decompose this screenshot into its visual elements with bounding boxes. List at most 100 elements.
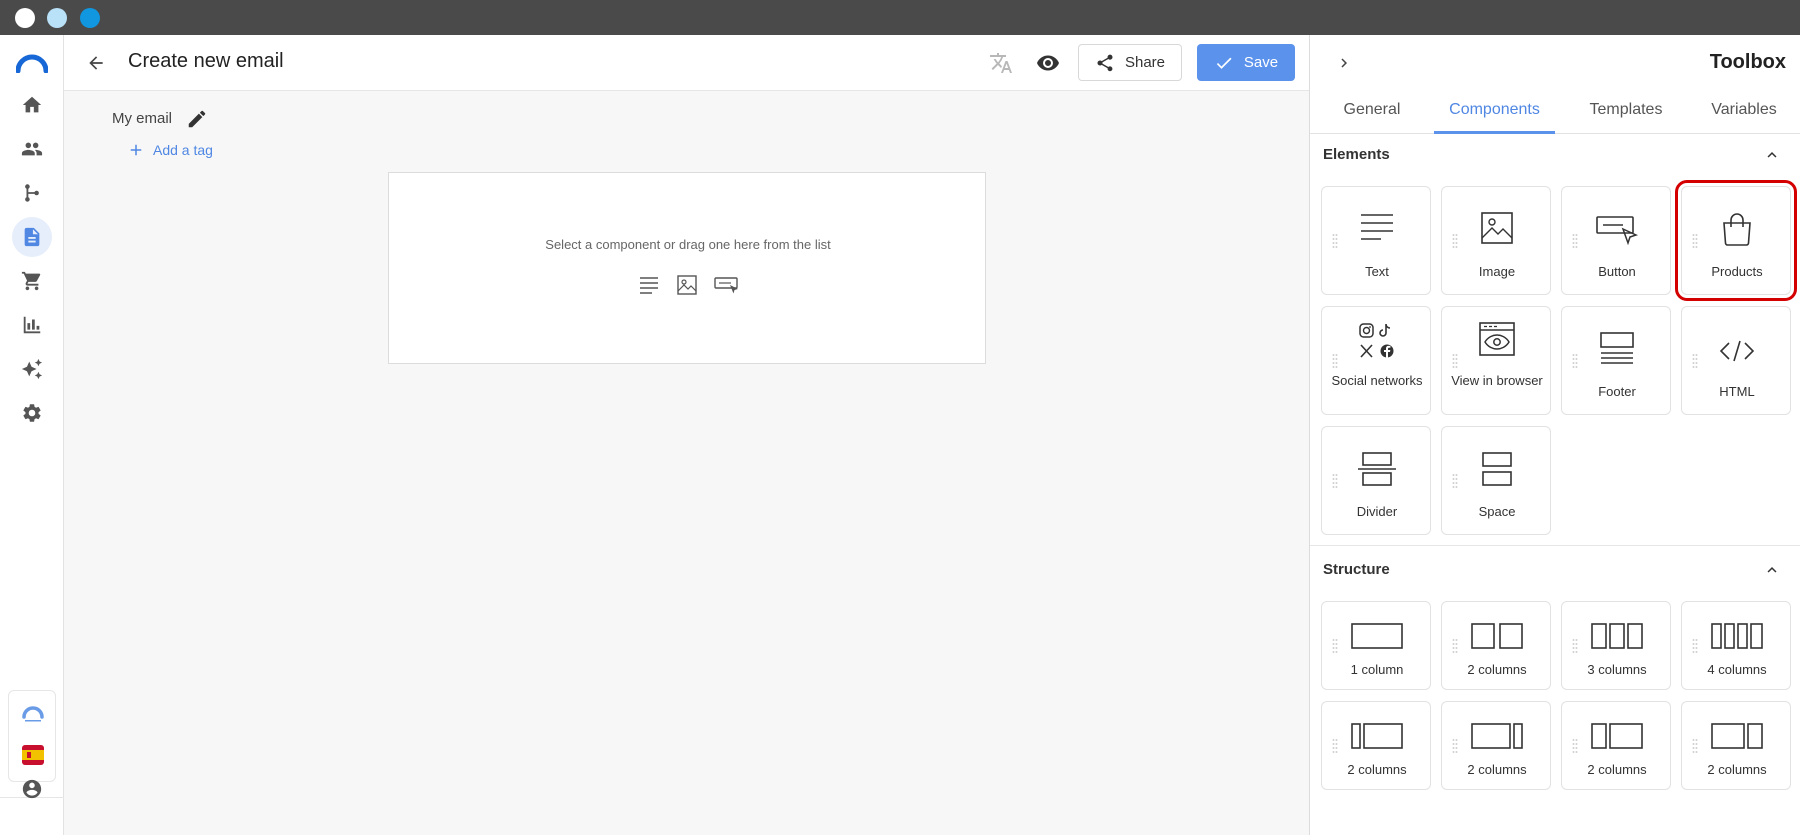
layout-card-3-columns[interactable]: 3 columns [1561, 601, 1671, 690]
component-card-space[interactable]: Space [1441, 426, 1551, 535]
layout-card-2-columns-third-twothirds[interactable]: 2 columns [1561, 701, 1671, 790]
layout-wide-narrow-icon [1471, 723, 1523, 749]
chevron-up-icon [1767, 567, 1777, 573]
layout-card-2-columns[interactable]: 2 columns [1441, 601, 1551, 690]
sidebar-item-home[interactable] [12, 85, 52, 125]
window-minimize-button[interactable] [47, 8, 67, 28]
text-lines-icon [1361, 214, 1393, 240]
share-label: Share [1124, 54, 1166, 71]
component-label: Divider [1356, 504, 1398, 519]
active-tab-indicator [1434, 131, 1555, 134]
tab-general[interactable]: General [1326, 101, 1418, 119]
branch-icon [25, 184, 39, 202]
toolbox-title: Toolbox [1709, 51, 1786, 73]
workspace-logo-icon[interactable] [21, 705, 45, 723]
translate-button[interactable] [988, 50, 1014, 76]
window-maximize-button[interactable] [80, 8, 100, 28]
component-card-button[interactable]: Button [1561, 186, 1671, 295]
user-circle-icon [22, 779, 42, 799]
window-close-button[interactable] [15, 8, 35, 28]
plus-icon [130, 144, 142, 156]
component-card-products[interactable]: Products [1675, 180, 1797, 301]
component-card-divider[interactable]: Divider [1321, 426, 1431, 535]
sidebar-item-settings[interactable] [12, 393, 52, 433]
component-label: View in browser [1451, 373, 1543, 388]
layout-third-twothirds-icon [1591, 723, 1643, 749]
share-button[interactable]: Share [1078, 44, 1182, 81]
component-label: HTML [1719, 384, 1755, 399]
email-name: My email [112, 110, 173, 127]
layout-card-2-columns-narrow-wide[interactable]: 2 columns [1321, 701, 1431, 790]
code-icon [1719, 340, 1755, 362]
sidebar-item-templates[interactable] [12, 217, 52, 257]
component-label: Footer [1598, 384, 1636, 399]
layout-1-col-icon [1351, 623, 1403, 649]
image-icon [1481, 212, 1513, 244]
layout-label: 1 column [1350, 662, 1404, 677]
image-icon[interactable] [675, 274, 699, 296]
component-card-footer[interactable]: Footer [1561, 306, 1671, 415]
button-cursor-icon[interactable] [713, 274, 741, 296]
email-canvas-dropzone[interactable]: Select a component or drag one here from… [388, 172, 986, 364]
component-card-image[interactable]: Image [1441, 186, 1551, 295]
sidebar-item-account[interactable] [12, 769, 52, 809]
component-label: Social networks [1331, 373, 1423, 388]
component-card-html[interactable]: HTML [1681, 306, 1791, 415]
save-button[interactable]: Save [1197, 44, 1295, 81]
layout-card-2-columns-twothirds-third[interactable]: 2 columns [1681, 701, 1791, 790]
footer-icon [1600, 332, 1634, 364]
structure-section-title: Structure [1323, 561, 1390, 578]
space-icon [1482, 452, 1512, 486]
layout-label: 2 columns [1467, 662, 1527, 677]
layout-card-4-columns[interactable]: 4 columns [1681, 601, 1791, 690]
sidebar-item-shop[interactable] [12, 261, 52, 301]
canvas-quick-add [637, 273, 747, 297]
page-title: Create new email [128, 50, 284, 72]
sidebar-item-ai[interactable] [12, 349, 52, 389]
gear-icon [23, 404, 41, 422]
translate-icon [990, 53, 1012, 73]
add-tag-label: Add a tag [153, 142, 213, 158]
sidebar-item-automations[interactable] [12, 173, 52, 213]
eye-icon [1037, 55, 1059, 71]
layout-card-1-column[interactable]: 1 column [1321, 601, 1431, 690]
layout-narrow-wide-icon [1351, 723, 1403, 749]
add-tag-button[interactable]: Add a tag [127, 141, 213, 159]
sidebar-item-reports[interactable] [12, 305, 52, 345]
tab-templates[interactable]: Templates [1570, 101, 1682, 119]
bar-chart-icon [23, 316, 41, 334]
layout-label: 3 columns [1587, 662, 1647, 677]
pencil-icon[interactable] [186, 108, 208, 130]
save-label: Save [1243, 54, 1279, 71]
layout-twothirds-third-icon [1711, 723, 1763, 749]
collapse-toolbox-button[interactable] [1332, 51, 1356, 75]
tab-variables[interactable]: Variables [1694, 101, 1794, 119]
component-card-social-networks[interactable]: Social networks [1321, 306, 1431, 415]
tab-components[interactable]: Components [1434, 101, 1555, 119]
component-card-text[interactable]: Text [1321, 186, 1431, 295]
collapse-structure-button[interactable] [1761, 559, 1783, 581]
text-lines-icon[interactable] [637, 274, 661, 296]
toolbox-tabs: General Components Templates Variables [1310, 91, 1800, 134]
window-titlebar [0, 0, 1800, 35]
divider-icon [1358, 452, 1396, 486]
component-label: Text [1365, 264, 1389, 279]
brand-logo-icon[interactable] [16, 53, 48, 73]
back-button[interactable] [82, 49, 110, 77]
share-icon [1097, 54, 1113, 71]
layout-label: 2 columns [1707, 762, 1767, 777]
preview-button[interactable] [1035, 50, 1061, 76]
layout-3-col-icon [1591, 623, 1643, 649]
collapse-elements-button[interactable] [1761, 144, 1783, 166]
sidebar-item-contacts[interactable] [12, 129, 52, 169]
people-icon [21, 142, 43, 156]
component-card-view-in-browser[interactable]: View in browser [1441, 306, 1551, 415]
layout-4-col-icon [1711, 623, 1763, 649]
spain-flag-icon[interactable] [22, 745, 44, 765]
layout-card-2-columns-wide-narrow[interactable]: 2 columns [1441, 701, 1551, 790]
arrow-left-icon [89, 56, 103, 70]
cart-icon [21, 271, 41, 291]
elements-section-title: Elements [1323, 146, 1390, 163]
layout-label: 2 columns [1587, 762, 1647, 777]
button-cursor-icon [1596, 216, 1639, 246]
